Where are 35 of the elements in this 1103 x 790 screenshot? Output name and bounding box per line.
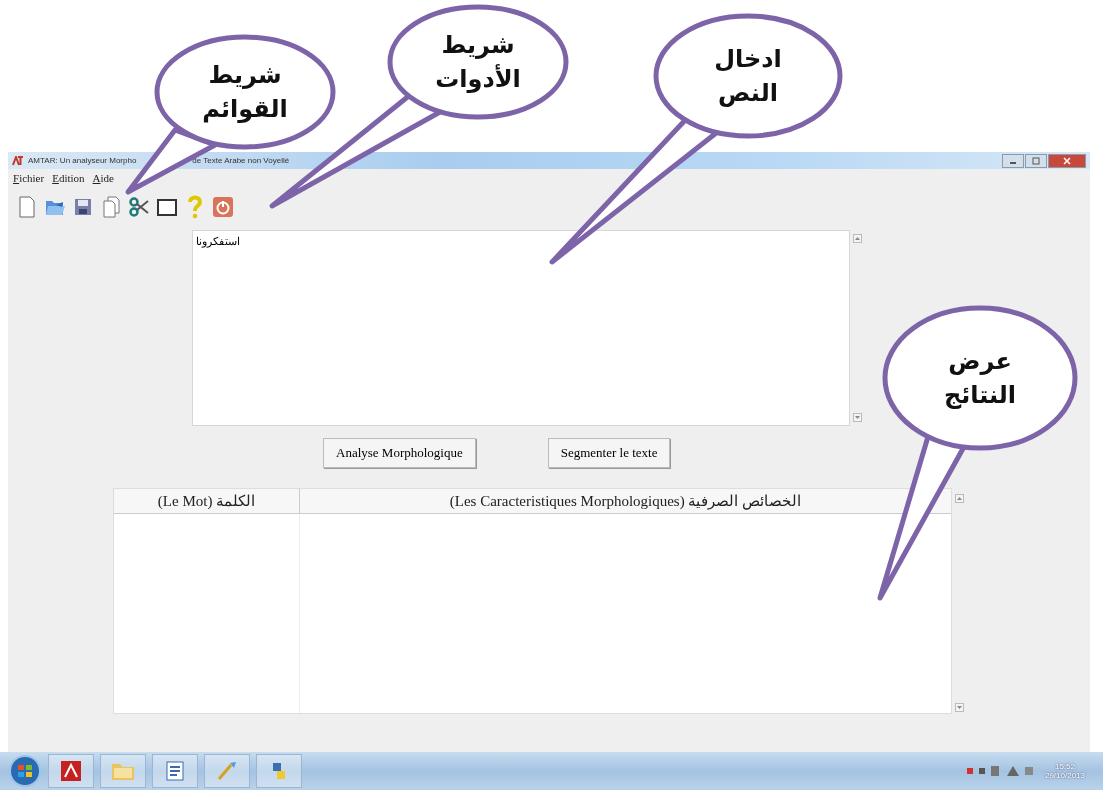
menu-item[interactable]: Edition (52, 172, 85, 190)
clock-date: 29/10/2013 (1044, 771, 1085, 780)
scroll-down-icon[interactable] (954, 703, 964, 712)
brush-app-icon[interactable] (215, 759, 239, 783)
power-icon[interactable] (211, 196, 234, 218)
save-icon[interactable] (72, 197, 93, 217)
scroll-up-icon[interactable] (954, 494, 964, 503)
close-icon (1062, 156, 1072, 165)
callout-label: عرض النتائج (942, 346, 1018, 411)
callout-label: شريط القوائم (201, 60, 289, 125)
copy-icon[interactable] (100, 196, 121, 218)
maximize-icon (1031, 156, 1041, 165)
menu-item[interactable]: Fichier (13, 172, 45, 190)
tray-icons-drawing (964, 764, 1035, 778)
scroll-down-icon[interactable] (852, 413, 862, 422)
column-header[interactable]: (Les Caracteristiques Morphologiques) الخصائص الصرفية (300, 489, 951, 513)
document-app-icon[interactable] (163, 759, 187, 783)
app-icon (12, 155, 24, 166)
scroll-up-icon[interactable] (852, 234, 862, 243)
callout-label: ادخال النص (713, 44, 783, 109)
window-title: de Texte Arabe non Voyellé (192, 156, 290, 165)
window-title: AMTAR: Un analyseur Morpho (28, 156, 137, 165)
column-header[interactable]: (Le Mot) الكلمة (114, 489, 300, 513)
start-button[interactable] (8, 754, 42, 788)
action-button[interactable]: Segmenter le texte (547, 438, 671, 468)
clock-time: 15:52 (1054, 762, 1075, 771)
scissors-icon[interactable] (127, 196, 150, 218)
callout-label: شريط الأدوات (434, 30, 522, 95)
pdf-app-icon[interactable] (59, 759, 83, 783)
close-button[interactable] (1048, 153, 1086, 168)
minimize-button[interactable] (1002, 153, 1024, 168)
action-button[interactable]: Analyse Morphologique (323, 438, 476, 468)
window-icon[interactable] (155, 197, 178, 217)
menu-item[interactable]: Aide (92, 172, 114, 190)
new-document-icon[interactable] (16, 196, 37, 218)
